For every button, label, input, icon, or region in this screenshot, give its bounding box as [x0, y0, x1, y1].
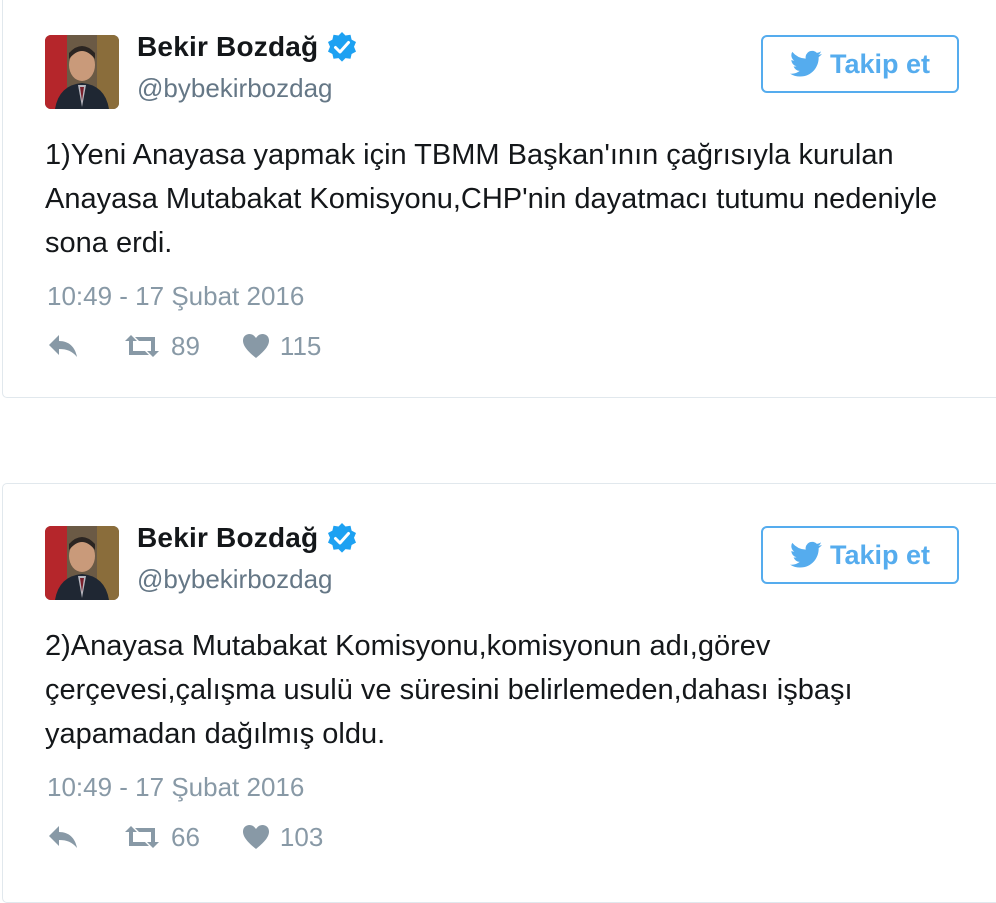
tweet-timestamp[interactable]: 10:49 - 17 Şubat 2016 — [47, 281, 304, 312]
reply-icon — [47, 824, 79, 850]
retweet-button[interactable]: 89 — [123, 331, 242, 362]
like-button[interactable]: 115 — [242, 331, 321, 362]
verified-badge-icon — [326, 31, 358, 63]
follow-label: Takip et — [829, 539, 931, 570]
tweet-card: Bekir Bozdağ @bybekirbozdag Takip et 2)A… — [2, 483, 996, 903]
twitter-bird-icon — [789, 50, 822, 78]
tweet-text: 2)Anayasa Mutabakat Komisyonu,komisyonun… — [45, 630, 853, 750]
author-name[interactable]: Bekir Bozdağ — [137, 31, 318, 63]
author-row: Bekir Bozdağ — [137, 31, 358, 63]
reply-button[interactable] — [47, 824, 81, 850]
tweet-actions: 89 115 — [47, 329, 321, 363]
follow-button[interactable]: Takip et — [761, 35, 959, 93]
like-button[interactable]: 103 — [242, 822, 323, 853]
tweet-actions: 66 103 — [47, 820, 323, 854]
heart-icon — [242, 333, 270, 359]
reply-icon — [47, 333, 79, 359]
like-count: 115 — [279, 330, 322, 361]
avatar[interactable] — [45, 526, 119, 600]
author-row: Bekir Bozdağ — [137, 522, 358, 554]
verified-badge-icon — [326, 522, 358, 554]
retweet-count: 66 — [171, 821, 200, 852]
retweet-icon — [123, 824, 161, 850]
follow-button[interactable]: Takip et — [761, 526, 959, 584]
heart-icon — [242, 824, 270, 850]
retweet-count: 89 — [171, 330, 200, 361]
retweet-icon — [123, 333, 161, 359]
tweet-card: Bekir Bozdağ @bybekirbozdag Takip et 1)Y… — [2, 0, 996, 398]
follow-label: Takip et — [829, 48, 931, 79]
reply-button[interactable] — [47, 333, 81, 359]
author-name[interactable]: Bekir Bozdağ — [137, 522, 318, 554]
avatar[interactable] — [45, 35, 119, 109]
author-handle[interactable]: @bybekirbozdag — [137, 564, 333, 595]
twitter-bird-icon — [789, 541, 822, 569]
author-handle[interactable]: @bybekirbozdag — [137, 73, 333, 104]
retweet-button[interactable]: 66 — [123, 822, 242, 853]
tweet-timestamp[interactable]: 10:49 - 17 Şubat 2016 — [47, 772, 304, 803]
like-count: 103 — [279, 821, 324, 852]
tweet-text: 1)Yeni Anayasa yapmak için TBMM Başkan'ı… — [45, 139, 938, 259]
